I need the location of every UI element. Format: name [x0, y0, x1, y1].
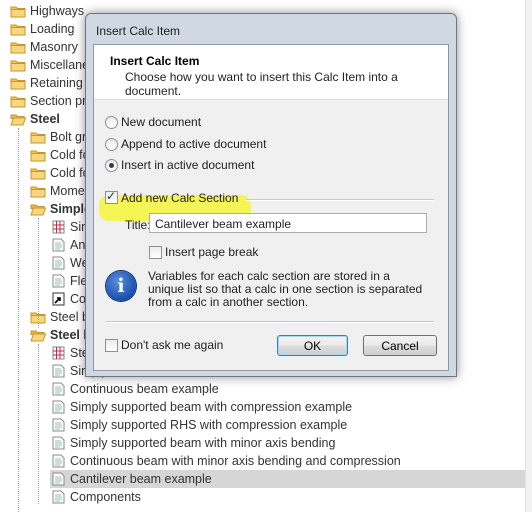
- document-icon: [50, 274, 66, 288]
- cancel-button[interactable]: Cancel: [363, 335, 437, 356]
- tree-item[interactable]: Components: [0, 488, 525, 506]
- folder-open-icon: [30, 328, 47, 342]
- dialog-header-subtitle: Choose how you want to insert this Calc …: [125, 70, 398, 98]
- document-icon: [50, 256, 66, 270]
- tree-item-label: Cold fo: [50, 166, 90, 180]
- tree-item-label: Retaining: [30, 76, 83, 90]
- radio-label: Append to active document: [121, 137, 267, 151]
- radio-label: New document: [121, 115, 202, 129]
- tree-item-label: Simply supported RHS with compression ex…: [70, 418, 348, 432]
- folder-icon: [10, 94, 26, 108]
- dont-ask-checkbox[interactable]: [105, 339, 118, 352]
- tree-scrollbar[interactable]: [525, 0, 532, 512]
- add-section-label: Add new Calc Section: [121, 191, 239, 205]
- radio-button[interactable]: [105, 159, 118, 172]
- tree-item-label: Steel: [30, 112, 60, 126]
- info-icon: i: [106, 271, 136, 301]
- tree-item-label: Masonry: [30, 40, 78, 54]
- dialog-window-title: Insert Calc Item: [96, 24, 181, 38]
- tree-item[interactable]: Simply supported beam with compression e…: [0, 398, 525, 416]
- radio-button[interactable]: [105, 138, 118, 151]
- group-separator: [246, 199, 434, 201]
- folder-icon: [30, 184, 46, 198]
- document-icon: [50, 238, 66, 252]
- tree-item-label: Loading: [30, 22, 75, 36]
- document-icon: [50, 400, 66, 414]
- folder-icon: [10, 76, 26, 90]
- radio-button[interactable]: [105, 116, 118, 129]
- calc-grid-icon: [50, 346, 66, 360]
- document-icon: [50, 418, 66, 432]
- document-icon: [50, 436, 66, 450]
- ok-button[interactable]: OK: [277, 335, 348, 356]
- tree-item-label: Steel b: [50, 310, 89, 324]
- bottom-separator: [106, 321, 434, 323]
- folder-open-icon: [10, 112, 27, 126]
- folder-open-icon: [30, 202, 47, 216]
- title-input[interactable]: Cantilever beam example: [149, 213, 427, 233]
- tree-item-label: Cantilever beam example: [70, 472, 212, 486]
- radio-label: Insert in active document: [121, 158, 255, 172]
- title-label: Title:: [125, 218, 151, 232]
- calc-grid-icon: [50, 220, 66, 234]
- tree-item[interactable]: Simply supported RHS with compression ex…: [0, 416, 525, 434]
- tree-item[interactable]: Cantilever beam example: [0, 470, 525, 488]
- page-break-label: Insert page break: [165, 245, 259, 259]
- document-icon: [50, 490, 66, 504]
- add-section-checkbox[interactable]: [105, 189, 118, 204]
- folder-icon: [10, 22, 26, 36]
- tree-item-label: Co: [70, 292, 86, 306]
- tree-item-label: Cold fo: [50, 148, 90, 162]
- folder-icon: [30, 166, 46, 180]
- tree-connector-line: [18, 128, 19, 512]
- folder-icon: [10, 40, 26, 54]
- folder-icon: [30, 130, 46, 144]
- tree-item-label: Simply supported beam with minor axis be…: [70, 436, 336, 450]
- dialog-header: Insert Calc Item Choose how you want to …: [94, 45, 448, 100]
- insert-calc-item-dialog: Insert Calc Item Insert Calc Item Choose…: [85, 13, 457, 377]
- tree-connector-line: [38, 218, 39, 328]
- tree-item-label: Bolt gr: [50, 130, 87, 144]
- document-icon: [50, 364, 66, 378]
- tree-item-label: An: [70, 238, 86, 252]
- tree-item-label: Continuous beam example: [70, 382, 219, 396]
- document-icon: [50, 454, 66, 468]
- tree-item[interactable]: Simply supported beam with minor axis be…: [0, 434, 525, 452]
- dialog-body: Insert Calc Item Choose how you want to …: [93, 44, 449, 371]
- document-icon: [50, 382, 66, 396]
- page-break-checkbox[interactable]: [149, 246, 162, 259]
- tree-item-label: Simply supported beam with compression e…: [70, 400, 353, 414]
- shortcut-icon: [50, 292, 66, 306]
- tree-item-label: Section pr: [30, 94, 87, 108]
- tree-item-label: Components: [70, 490, 141, 504]
- dont-ask-label: Don't ask me again: [121, 338, 224, 352]
- document-icon: [50, 472, 66, 486]
- dialog-header-title: Insert Calc Item: [110, 54, 200, 68]
- tree-item[interactable]: Continuous beam with minor axis bending …: [0, 452, 525, 470]
- folder-icon: [30, 148, 46, 162]
- tree-item-label: Highways: [30, 4, 85, 18]
- info-text: Variables for each calc section are stor…: [148, 269, 423, 309]
- tree-connector-line: [38, 344, 39, 504]
- tree-item-label: Mome: [50, 184, 85, 198]
- folder-icon: [10, 58, 26, 72]
- tree-item-label: Continuous beam with minor axis bending …: [70, 454, 401, 468]
- tree-item-label: Miscellane: [30, 58, 90, 72]
- tree-item[interactable]: Continuous beam example: [0, 380, 525, 398]
- folder-icon: [10, 4, 26, 18]
